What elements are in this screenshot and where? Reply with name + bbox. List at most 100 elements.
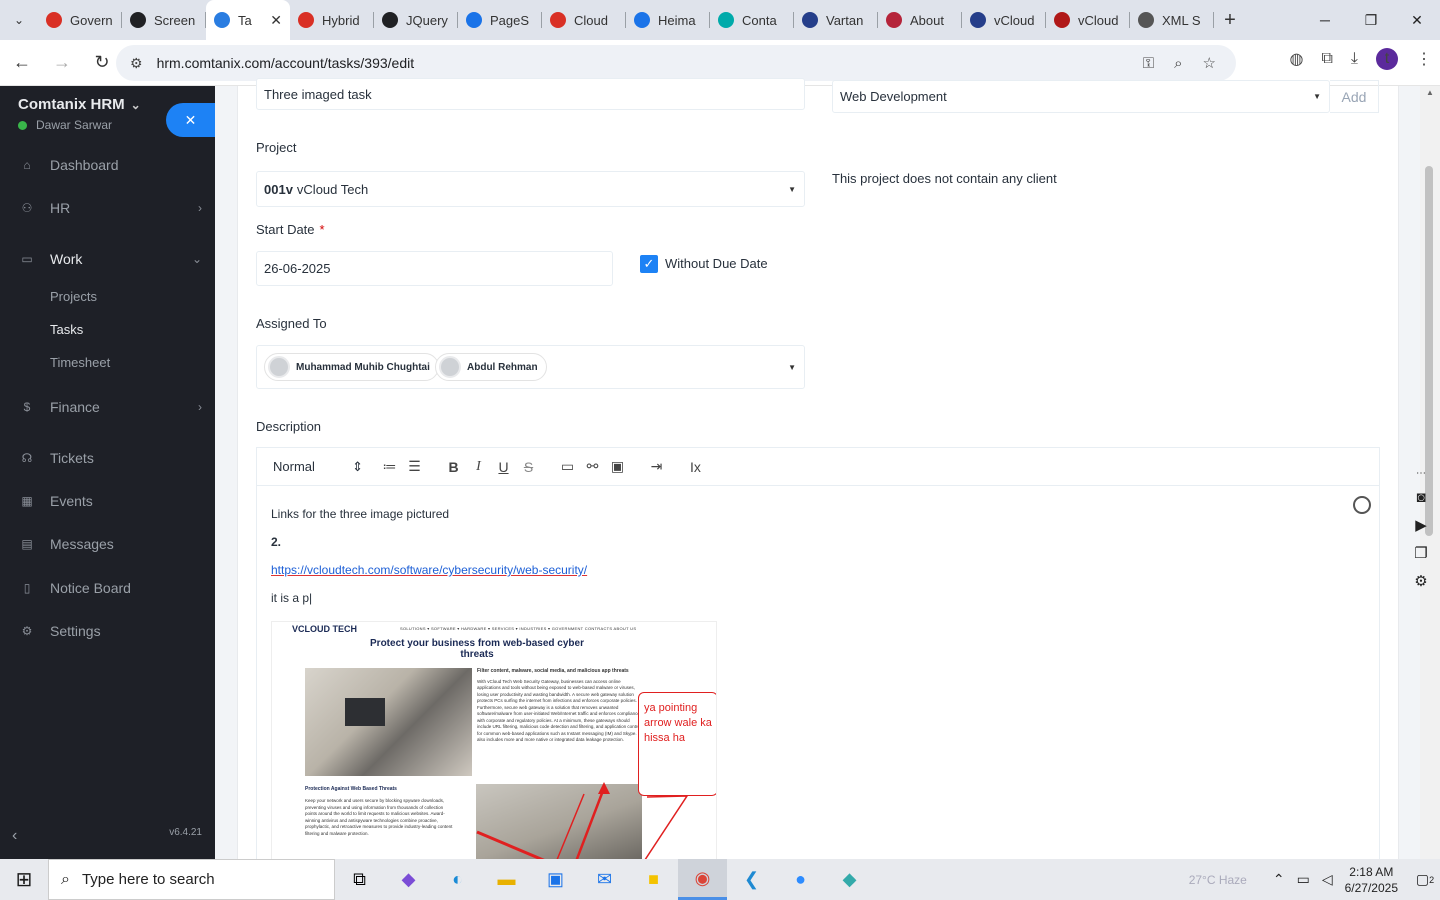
start-date-input[interactable]: 26-06-2025 [256, 251, 613, 286]
close-window-icon[interactable]: ✕ [1394, 0, 1440, 40]
translate-icon[interactable]: ◍ [1290, 49, 1304, 69]
sidebar-subitem-tasks[interactable]: Tasks [50, 322, 83, 337]
pin-more-icon[interactable]: ⋯ [1416, 468, 1426, 479]
sidebar-item-notice-board[interactable]: ▯ Notice Board [18, 576, 210, 600]
sidebar-item-hr[interactable]: ⚇ HR › [18, 196, 210, 220]
more-menu-icon[interactable]: ⋮ [1416, 49, 1432, 69]
forward-icon[interactable]: → [44, 45, 80, 81]
store-icon[interactable]: ▣ [531, 859, 580, 900]
bookmark-star-icon[interactable]: ☆ [1203, 54, 1216, 72]
ordered-list-icon[interactable]: ≔ [377, 458, 402, 475]
password-key-icon[interactable]: ⚿ [1143, 55, 1154, 72]
file-explorer-icon[interactable]: ▬ [482, 859, 531, 900]
reload-icon[interactable]: ↻ [84, 45, 120, 81]
browser-tab[interactable]: JQuery [374, 0, 458, 40]
browser-tab[interactable]: Vartan [794, 0, 878, 40]
format-select[interactable]: Normal ⇕ [273, 459, 363, 475]
tab-search-chevron-icon[interactable]: ⌄ [0, 0, 38, 40]
emoji-icon[interactable] [1353, 496, 1371, 514]
sidebar-item-work[interactable]: ▭ Work ⌄ [18, 247, 210, 271]
back-icon[interactable]: ← [4, 45, 40, 81]
chevron-up-icon[interactable]: ⌃ [1273, 871, 1285, 888]
browser-tab[interactable]: Screen [122, 0, 206, 40]
sidebar-item-dashboard[interactable]: ⌂ Dashboard [18, 153, 210, 177]
scroll-up-icon[interactable]: ▲ [1426, 88, 1434, 97]
collapse-sidebar-icon[interactable]: ‹ [12, 827, 17, 845]
browser-tab[interactable]: Hybrid [290, 0, 374, 40]
assignee-chip[interactable]: Muhammad Muhib Chughtai [264, 353, 439, 381]
text-direction-icon[interactable]: ⇥ [644, 458, 669, 475]
site-info-icon[interactable]: ⚙ [130, 55, 143, 72]
app-icon[interactable]: ◆ [825, 859, 874, 900]
sidebar-item-tickets[interactable]: ☊ Tickets [18, 446, 210, 470]
bold-icon[interactable]: B [441, 459, 466, 475]
new-tab-button[interactable]: + [1214, 0, 1246, 40]
network-icon[interactable]: ▭ [1297, 871, 1310, 888]
close-sidebar-button[interactable]: ✕ [166, 103, 215, 137]
without-due-date-checkbox[interactable]: ✓ [640, 255, 658, 273]
address-bar[interactable]: ⚙ hrm.comtanix.com/account/tasks/393/edi… [116, 45, 1236, 81]
sidebar-item-finance[interactable]: $ Finance › [18, 395, 210, 419]
underline-icon[interactable]: U [491, 459, 516, 475]
download-icon[interactable]: ⤓ [1351, 50, 1358, 68]
browser-tab[interactable]: Heima [626, 0, 710, 40]
vscode-icon[interactable]: ❮ [727, 859, 776, 900]
video-icon[interactable]: ▶ [1415, 516, 1427, 534]
extensions-icon[interactable]: ⧉ [1321, 50, 1332, 68]
sidebar-item-events[interactable]: ▦ Events [18, 489, 210, 513]
task-view-icon[interactable]: ⧉ [335, 859, 384, 900]
browser-tab[interactable]: XML S [1130, 0, 1214, 40]
browser-tab[interactable]: Conta [710, 0, 794, 40]
sidebar-item-messages[interactable]: ▤ Messages [18, 532, 210, 556]
editor-content[interactable]: Links for the three image pictured 2. ht… [257, 486, 1379, 871]
browser-tab[interactable]: vCloud [962, 0, 1046, 40]
copilot-icon[interactable]: ◆ [384, 859, 433, 900]
window-capture-icon[interactable]: ❐ [1414, 544, 1427, 562]
taskbar-search-box[interactable]: ⌕ Type here to search [48, 859, 335, 900]
url-text[interactable]: hrm.comtanix.com/account/tasks/393/edit [157, 55, 1143, 71]
link-icon[interactable]: ⚯ [580, 458, 605, 475]
browser-tab[interactable]: Govern [38, 0, 122, 40]
briefcase-icon: ▭ [21, 252, 33, 266]
close-tab-icon[interactable]: ✕ [270, 12, 282, 29]
without-due-date-label[interactable]: Without Due Date [665, 256, 768, 271]
bullet-list-icon[interactable]: ☰ [402, 458, 427, 475]
strikethrough-icon[interactable]: S [516, 459, 541, 475]
minimize-icon[interactable]: ─ [1302, 0, 1348, 40]
zoom-icon[interactable]: ⌕ [1174, 55, 1182, 72]
sidebar-subitem-projects[interactable]: Projects [50, 289, 97, 304]
italic-icon[interactable]: I [466, 459, 491, 475]
sidebar-subitem-timesheet[interactable]: Timesheet [50, 355, 110, 370]
browser-tab[interactable]: vCloud [1046, 0, 1130, 40]
add-category-button[interactable]: Add [1330, 80, 1379, 113]
task-category-select[interactable]: Web Development ▼ [832, 80, 1330, 113]
profile-avatar[interactable]: t [1376, 48, 1398, 70]
clear-format-icon[interactable]: Ix [683, 459, 708, 475]
chrome-icon[interactable]: ◉ [678, 859, 727, 900]
edge-icon[interactable]: ◐ [433, 859, 482, 900]
sidebar-item-settings[interactable]: ⚙ Settings [18, 619, 210, 643]
weather-widget[interactable]: 27°C Haze [1189, 873, 1247, 887]
gear-icon[interactable]: ⚙ [1414, 572, 1427, 590]
image-icon[interactable]: ▭ [555, 458, 580, 475]
volume-icon[interactable]: ◁ [1322, 871, 1333, 888]
browser-tab[interactable]: PageS [458, 0, 542, 40]
windows-start-icon[interactable]: ⊞ [0, 859, 48, 900]
assignee-chip[interactable]: Abdul Rehman [435, 353, 547, 381]
mail-icon[interactable]: ✉ [580, 859, 629, 900]
sticky-notes-icon[interactable]: ■ [629, 859, 678, 900]
editor-link[interactable]: https://vcloudtech.com/software/cybersec… [271, 563, 587, 577]
browser-tab[interactable]: Ta ✕ [206, 0, 290, 40]
project-select[interactable]: 001v vCloud Tech ▼ [256, 171, 805, 207]
brand-menu[interactable]: Comtanix HRM ⌄ [18, 96, 141, 113]
browser-tab[interactable]: Cloud [542, 0, 626, 40]
camera-icon[interactable]: ◙ [1416, 489, 1425, 506]
notification-center-icon[interactable]: ▢ 2 [1410, 866, 1440, 894]
table-icon[interactable]: ▣ [605, 458, 630, 475]
taskbar-clock[interactable]: 2:18 AM 6/27/2025 [1345, 864, 1398, 896]
restore-icon[interactable]: ❐ [1348, 0, 1394, 40]
task-title-input[interactable]: Three imaged task [256, 78, 805, 110]
browser-tab[interactable]: About [878, 0, 962, 40]
embedded-screenshot-image[interactable]: VCLOUD TECH SOLUTIONS ▾ SOFTWARE ▾ HARDW… [271, 621, 717, 871]
zoom-app-icon[interactable]: ● [776, 859, 825, 900]
